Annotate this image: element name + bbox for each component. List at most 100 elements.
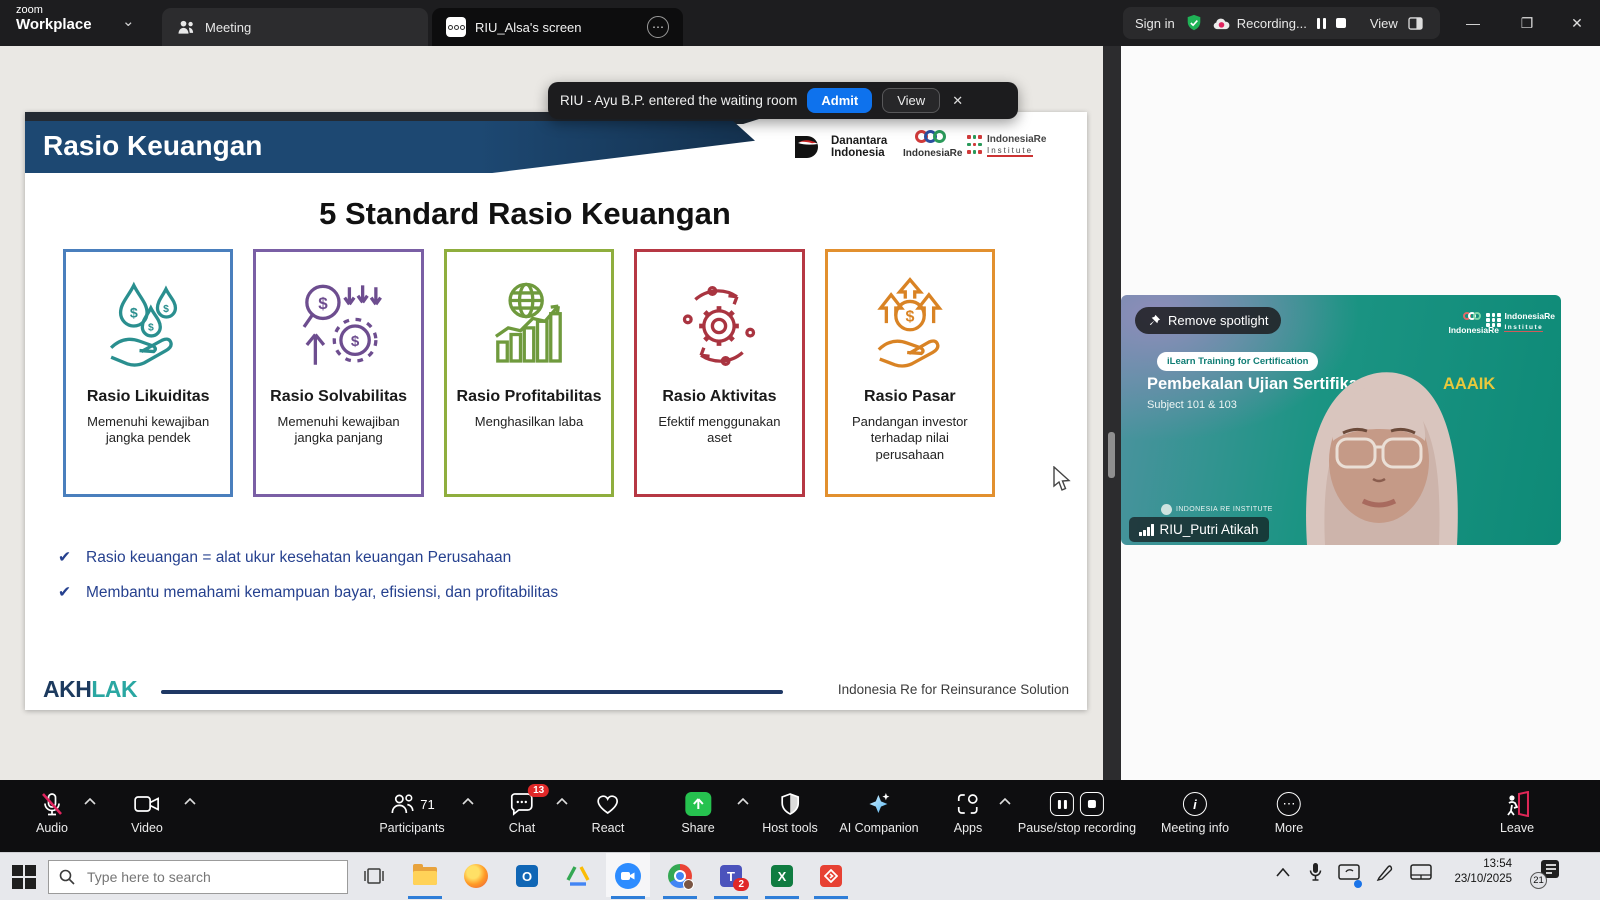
share-button[interactable]: Share xyxy=(681,790,714,835)
security-shield-icon[interactable] xyxy=(1185,14,1203,32)
excel-icon[interactable]: X xyxy=(760,861,804,891)
notification-center-button[interactable]: 21 xyxy=(1530,859,1560,889)
participants-count: 71 xyxy=(420,797,434,812)
danantara-logo-icon xyxy=(793,134,823,160)
task-view-button[interactable] xyxy=(352,861,396,891)
stop-recording-button[interactable] xyxy=(1336,18,1346,28)
heart-icon xyxy=(595,792,621,816)
apps-button[interactable]: Apps xyxy=(954,790,983,835)
host-tools-shield-icon xyxy=(778,792,802,816)
meeting-info-button[interactable]: i Meeting info xyxy=(1161,790,1229,835)
teams-icon[interactable]: T 2 xyxy=(709,861,753,891)
apps-options-caret-icon[interactable] xyxy=(999,798,1011,805)
tab-shared-screen[interactable]: RIU_Alsa's screen ⋯ xyxy=(432,8,683,46)
firefox-icon[interactable] xyxy=(454,861,498,891)
danantara-text-2: Indonesia xyxy=(831,147,887,159)
tray-pen-icon[interactable] xyxy=(1376,863,1394,881)
audio-options-caret-icon[interactable] xyxy=(84,798,96,805)
card-desc: Memenuhi kewajiban jangka panjang xyxy=(266,414,411,447)
teams-badge: 2 xyxy=(733,878,749,891)
card-rasio-profitabilitas: Rasio Profitabilitas Menghasilkan laba xyxy=(444,249,614,497)
view-waiting-room-button[interactable]: View xyxy=(882,88,940,113)
magnifier-gear-arrows-icon: $ $ xyxy=(287,274,391,378)
view-button[interactable]: View xyxy=(1370,16,1398,31)
host-tools-label: Host tools xyxy=(762,821,818,835)
akhlak-akh: AKH xyxy=(43,676,91,702)
gear-cycle-arrows-icon xyxy=(667,274,771,378)
minimize-button[interactable]: — xyxy=(1450,0,1496,46)
card-rasio-likuiditas: $ $ $ Rasio Likuiditas Memenuhi kewajiba… xyxy=(63,249,233,497)
notification-message: RIU - Ayu B.P. entered the waiting room xyxy=(560,93,797,108)
red-app-icon[interactable] xyxy=(809,861,853,891)
participant-video-tile[interactable]: Remove spotlight IndonesiaRe IndonesiaRe… xyxy=(1121,295,1561,545)
chat-options-caret-icon[interactable] xyxy=(556,798,568,805)
tray-microphone-icon[interactable] xyxy=(1309,862,1322,882)
tray-touchpad-icon[interactable] xyxy=(1410,864,1432,880)
shared-app-favicon xyxy=(446,17,466,37)
start-button[interactable] xyxy=(12,865,36,889)
bullet-1: ✔ Rasio keuangan = alat ukur kesehatan k… xyxy=(58,548,511,567)
remove-spotlight-button[interactable]: Remove spotlight xyxy=(1135,307,1281,334)
tab-meeting[interactable]: Meeting xyxy=(162,8,428,46)
tab-screen-label: RIU_Alsa's screen xyxy=(475,20,582,35)
more-label: More xyxy=(1275,821,1303,835)
tray-chevron-up-icon[interactable] xyxy=(1276,868,1290,877)
participants-options-caret-icon[interactable] xyxy=(462,798,474,805)
active-app-indicator xyxy=(408,896,442,899)
tray-display-icon[interactable] xyxy=(1338,864,1360,886)
stop-recording-icon[interactable] xyxy=(1080,792,1104,816)
react-label: React xyxy=(592,821,625,835)
leave-button[interactable]: Leave xyxy=(1500,790,1534,835)
outlook-icon[interactable]: O xyxy=(505,861,549,891)
participants-button[interactable]: 71 Participants xyxy=(379,790,444,835)
video-button[interactable]: Video xyxy=(131,790,163,835)
ratio-cards: $ $ $ Rasio Likuiditas Memenuhi kewajiba… xyxy=(63,249,995,497)
workspace-chevron-down-icon[interactable]: ⌄ xyxy=(122,12,135,30)
share-options-caret-icon[interactable] xyxy=(737,798,749,805)
apps-label: Apps xyxy=(954,821,983,835)
audio-button[interactable]: Audio xyxy=(36,790,68,835)
close-button[interactable]: ✕ xyxy=(1554,0,1600,46)
zoom-app-icon[interactable] xyxy=(606,861,650,891)
active-app-indicator xyxy=(765,896,799,899)
google-drive-icon[interactable] xyxy=(556,861,600,891)
card-desc: Efektif menggunakan aset xyxy=(647,414,792,447)
apps-icon xyxy=(956,792,980,816)
panel-divider xyxy=(1103,46,1121,780)
danantara-logo: Danantara Indonesia xyxy=(793,134,887,160)
institute-watermark-icon xyxy=(1161,504,1172,515)
sign-in-button[interactable]: Sign in xyxy=(1135,16,1175,31)
search-icon xyxy=(59,869,75,885)
ai-companion-button[interactable]: AI Companion xyxy=(839,790,918,835)
restore-button[interactable]: ❐ xyxy=(1504,0,1550,46)
card-desc: Memenuhi kewajiban jangka pendek xyxy=(76,414,221,447)
leave-door-icon xyxy=(1504,791,1530,817)
file-explorer-icon[interactable] xyxy=(403,861,447,891)
tab-options-ellipsis-icon[interactable]: ⋯ xyxy=(647,16,669,38)
taskbar-clock[interactable]: 13:54 23/10/2025 xyxy=(1454,857,1512,887)
background-title-highlight: AAAIK xyxy=(1443,375,1495,394)
recording-label: Recording... xyxy=(1237,16,1307,31)
react-button[interactable]: React xyxy=(592,790,625,835)
view-layout-icon[interactable] xyxy=(1408,17,1423,30)
taskbar-search-box[interactable] xyxy=(48,860,348,894)
chat-unread-badge: 13 xyxy=(528,784,549,797)
pause-recording-icon[interactable] xyxy=(1050,792,1074,816)
chrome-icon[interactable] xyxy=(658,861,702,891)
admit-button[interactable]: Admit xyxy=(807,88,872,113)
record-controls-button[interactable]: Pause/stop recording xyxy=(1018,790,1136,835)
pause-recording-button[interactable] xyxy=(1317,18,1326,29)
svg-text:$: $ xyxy=(148,323,154,334)
host-tools-button[interactable]: Host tools xyxy=(762,790,818,835)
notification-close-icon[interactable]: ✕ xyxy=(952,93,963,109)
scrollbar-thumb[interactable] xyxy=(1108,432,1115,478)
participants-icon xyxy=(389,792,415,816)
more-button[interactable]: ⋯ More xyxy=(1275,790,1303,835)
search-input[interactable] xyxy=(85,868,315,886)
institute-logo-text: IndonesiaRe xyxy=(987,134,1046,145)
video-options-caret-icon[interactable] xyxy=(184,798,196,805)
chat-button[interactable]: 13 Chat xyxy=(509,790,535,835)
card-title: Rasio Profitabilitas xyxy=(457,388,602,406)
mouse-cursor xyxy=(1050,466,1072,492)
titlebar-controls: Sign in Recording... View xyxy=(1123,7,1440,39)
